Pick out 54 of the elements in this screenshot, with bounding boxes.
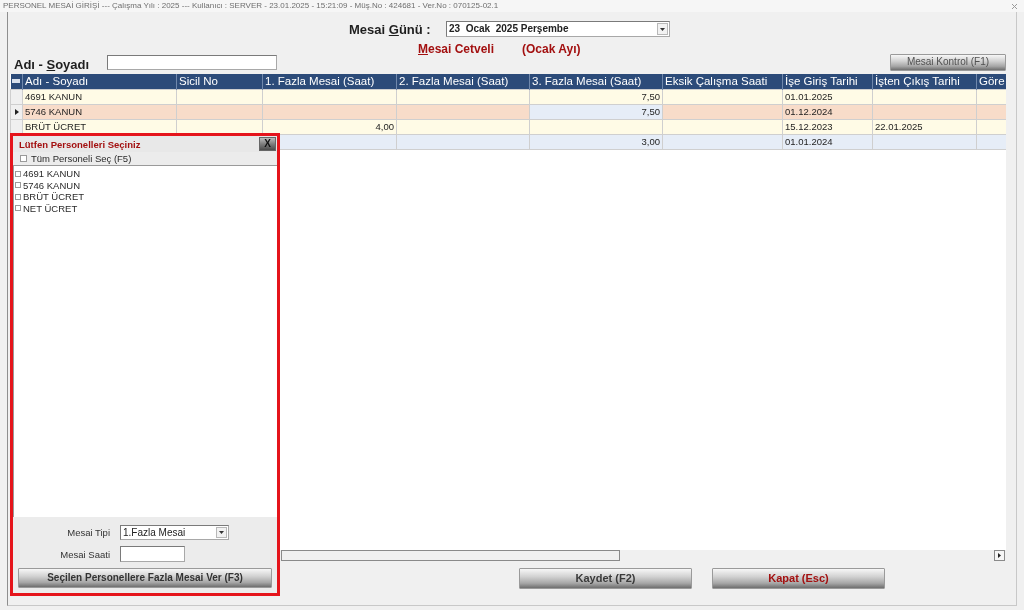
hours-label: Mesai Saati — [60, 548, 110, 560]
dropdown-button[interactable] — [657, 23, 668, 35]
table-cell: 01.01.2024 — [782, 134, 873, 149]
column-header: Göre — [976, 74, 1006, 89]
triangle-icon — [998, 553, 1001, 558]
apply-button[interactable]: Seçilen Personellere Fazla Mesai Ver (F3) — [18, 568, 272, 588]
checkbox[interactable] — [15, 205, 21, 212]
save-button[interactable]: Kaydet (F2) — [519, 568, 692, 589]
column-header: Eksik Çalışma Saati — [662, 74, 783, 89]
date-dropdown[interactable]: 23 Ocak 2025 Perşembe — [446, 21, 670, 37]
checkbox[interactable] — [15, 182, 21, 189]
column-header: 3. Fazla Mesai (Saat) — [529, 74, 663, 89]
caret-down-icon — [660, 27, 665, 31]
type-label: Mesai Tipi — [67, 527, 110, 538]
column-header: Adı - Soyadı — [22, 74, 177, 89]
date-label: Mesai Günü : — [349, 21, 431, 37]
close-button[interactable]: X — [259, 137, 276, 151]
table-cell — [976, 89, 1006, 104]
column-header: İşten Çıkış Tarihi — [872, 74, 977, 89]
table-cell: 5746 KANUN — [22, 104, 177, 119]
table-cell: 22.01.2025 — [872, 119, 977, 134]
type-value: 1.Fazla Mesai — [122, 526, 187, 539]
panel-title: Lütfen Personelleri Seçiniz — [19, 138, 141, 150]
window-title: PERSONEL MESAİ GİRİŞİ --- Çalışma Yılı : 2025 --- Kullanıcı : SERVER - 23.01.2025 - 15:21:09 - Müş.No : 424681 - Ver.No : 070125-02.1 — [3, 1, 499, 11]
date-value: 23 Ocak 2025 Perşembe — [448, 22, 570, 36]
column-header: İşe Giriş Tarihi — [782, 74, 873, 89]
hours-field[interactable] — [120, 546, 185, 562]
name-filter-field[interactable] — [107, 54, 277, 70]
checkbox[interactable] — [15, 170, 21, 177]
type-dropdown[interactable]: 1.Fazla Mesai — [120, 525, 229, 540]
triangle-icon — [14, 108, 19, 115]
caret-down-icon — [219, 531, 224, 534]
table-cell: 01.01.2025 — [782, 89, 873, 104]
column-header: Sicil No — [176, 74, 263, 89]
table-cell: 01.12.2024 — [782, 104, 873, 119]
table-cell: 15.12.2023 — [782, 119, 873, 134]
select-all-label[interactable]: Tüm Personeli Seç (F5) — [31, 153, 132, 164]
check-button[interactable]: Mesai Kontrol (F1) — [890, 53, 1006, 71]
close-icon[interactable] — [1011, 2, 1018, 10]
sheet-title: Mesai Cetveli — [418, 42, 495, 56]
close-button[interactable]: Kapat (Esc) — [712, 568, 885, 589]
checkbox[interactable] — [15, 193, 21, 200]
scroll-right-button[interactable] — [994, 550, 1005, 561]
scrollbar-thumb[interactable] — [281, 550, 620, 561]
column-header: 1. Fazla Mesai (Saat) — [262, 74, 397, 89]
dropdown-button[interactable] — [216, 527, 227, 538]
table-cell: 3,00 — [529, 134, 663, 149]
name-filter-label: Adı - Soyadı — [14, 56, 90, 72]
column-header: 2. Fazla Mesai (Saat) — [396, 74, 530, 89]
table-cell: 4691 KANUN — [22, 89, 177, 104]
bar-icon[interactable] — [10, 74, 23, 89]
period-label: (Ocak Ayı) — [522, 43, 581, 56]
table-cell: 7,50 — [529, 89, 663, 104]
checkbox[interactable] — [20, 155, 27, 162]
